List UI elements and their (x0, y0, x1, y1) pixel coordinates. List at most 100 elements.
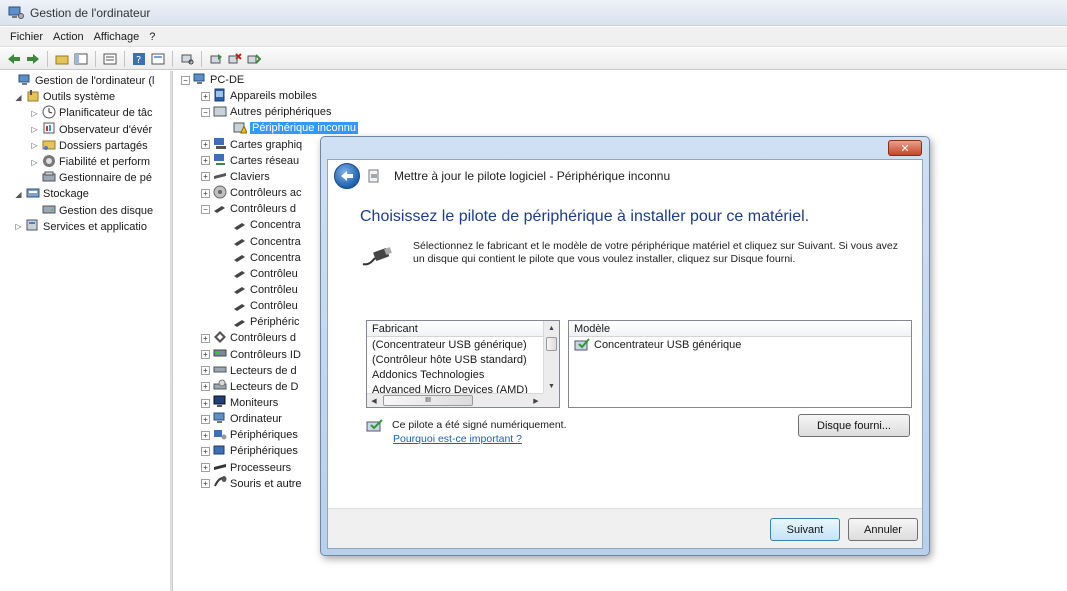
device-tree-item[interactable]: − Contrôleurs d (201, 201, 296, 217)
list-item[interactable]: Advanced Micro Devices (AMD) (367, 382, 543, 394)
device-tree-item[interactable]: − Autres périphériques (201, 104, 332, 120)
device-tree-item[interactable]: Concentra (221, 217, 301, 233)
device-tree-item[interactable]: + Claviers (201, 169, 270, 185)
enable-device-icon[interactable] (246, 51, 262, 67)
dialog-close-button[interactable]: ✕ (888, 140, 922, 156)
device-tree-item[interactable]: Périphéric (221, 314, 300, 330)
scroll-left-icon[interactable]: ◀ (367, 394, 381, 407)
expand-toggle[interactable]: ▷ (30, 141, 39, 150)
device-tree-item[interactable]: + Contrôleurs d (201, 330, 296, 346)
device-tree-item[interactable]: Concentra (221, 250, 301, 266)
manufacturer-vscrollbar[interactable]: ▲ ▼ (543, 321, 559, 393)
tree-item[interactable]: ◢ Outils système (14, 89, 115, 105)
device-tree-item[interactable]: + Cartes réseau (201, 153, 299, 169)
device-tree-item[interactable]: + Moniteurs (201, 395, 278, 411)
expand-toggle[interactable]: + (201, 414, 210, 424)
tree-item[interactable]: ▷ Observateur d'évér (30, 122, 152, 138)
list-item[interactable]: (Contrôleur hôte USB standard) (367, 352, 543, 367)
device-tree-item[interactable]: + Lecteurs de d (201, 363, 297, 379)
menu-fichier[interactable]: Fichier (10, 31, 43, 43)
have-disk-button[interactable]: Disque fourni... (798, 414, 910, 437)
expand-toggle[interactable]: ▷ (30, 109, 39, 118)
manufacturer-listbox[interactable]: Fabricant (Concentrateur USB générique) … (366, 320, 560, 408)
expand-toggle[interactable]: ▷ (14, 222, 23, 231)
scroll-thumb[interactable] (546, 337, 557, 351)
up-folder-icon[interactable] (54, 51, 70, 67)
device-tree-item[interactable]: + Contrôleurs ID (201, 347, 301, 363)
device-manager-icon (42, 170, 56, 187)
back-button[interactable] (334, 163, 360, 189)
why-important-link[interactable]: Pourquoi est-ce important ? (393, 433, 522, 445)
device-tree-item[interactable]: Contrôleu (221, 298, 298, 314)
tree-item[interactable]: Gestionnaire de pé (30, 170, 152, 186)
uninstall-icon[interactable] (227, 51, 243, 67)
expand-toggle[interactable]: + (201, 350, 210, 360)
help-icon[interactable]: ? (131, 51, 147, 67)
expand-toggle[interactable]: + (201, 430, 210, 440)
forward-arrow-icon[interactable] (25, 51, 41, 67)
update-driver-icon[interactable] (208, 51, 224, 67)
clock-icon (42, 105, 56, 122)
scan-hardware-icon[interactable] (179, 51, 195, 67)
list-item[interactable]: (Concentrateur USB générique) (367, 337, 543, 352)
show-hide-tree-icon[interactable] (73, 51, 89, 67)
tree-item[interactable]: ▷ Services et applicatio (14, 219, 147, 235)
expand-toggle[interactable]: + (201, 333, 210, 343)
expand-toggle[interactable]: + (201, 446, 210, 456)
cancel-button[interactable]: Annuler (848, 518, 918, 541)
expand-toggle[interactable]: + (201, 91, 210, 101)
device-tree-item[interactable]: + Processeurs (201, 460, 291, 476)
device-tree-item[interactable]: + Périphériques (201, 427, 298, 443)
expand-toggle[interactable]: + (201, 366, 210, 376)
tree-item[interactable]: ▷ Dossiers partagés (30, 138, 147, 154)
expand-toggle[interactable]: + (201, 140, 210, 150)
properties-icon[interactable] (102, 51, 118, 67)
view-icon[interactable] (150, 51, 166, 67)
next-button[interactable]: Suivant (770, 518, 840, 541)
device-tree-item[interactable]: + Ordinateur (201, 411, 282, 427)
device-tree-item[interactable]: Périphérique inconnu (221, 120, 358, 136)
device-tree-item[interactable]: + Appareils mobiles (201, 88, 317, 104)
expand-toggle[interactable]: ▷ (30, 125, 39, 134)
device-tree-item[interactable]: − PC-DE (181, 72, 244, 88)
tree-item-label: Gestion des disque (59, 204, 154, 217)
menu-action[interactable]: Action (53, 31, 84, 43)
menu-help[interactable]: ? (149, 31, 155, 43)
expand-toggle[interactable]: + (201, 188, 210, 198)
tree-item[interactable]: Gestion des disque (30, 203, 153, 219)
list-item[interactable]: Addonics Technologies (367, 367, 543, 382)
expand-toggle[interactable]: + (201, 156, 210, 166)
tree-item[interactable]: ▷ Planificateur de tâc (30, 105, 153, 121)
scroll-up-icon[interactable]: ▲ (544, 321, 559, 335)
device-tree-item[interactable]: + Cartes graphiq (201, 137, 302, 153)
expand-toggle[interactable]: ◢ (14, 93, 23, 102)
manufacturer-hscrollbar[interactable]: ◀ III ▶ (367, 393, 543, 407)
expand-toggle[interactable]: − (181, 75, 190, 85)
expand-toggle[interactable]: + (201, 463, 210, 473)
scroll-thumb[interactable]: III (383, 395, 473, 406)
expand-toggle[interactable]: − (201, 204, 210, 214)
tree-item[interactable]: Gestion de l'ordinateur (l (6, 73, 155, 89)
tree-item[interactable]: ▷ Fiabilité et perform (30, 154, 150, 170)
device-tree-item[interactable]: + Périphériques (201, 443, 298, 459)
expand-toggle[interactable]: − (201, 107, 210, 117)
scroll-down-icon[interactable]: ▼ (544, 379, 559, 393)
device-tree-item[interactable]: + Lecteurs de D (201, 379, 298, 395)
expand-toggle[interactable]: + (201, 398, 210, 408)
expand-toggle[interactable]: ◢ (14, 190, 23, 199)
model-listbox[interactable]: Modèle Concentrateur USB générique (568, 320, 912, 408)
expand-toggle[interactable]: + (201, 382, 210, 392)
expand-toggle[interactable]: + (201, 172, 210, 182)
device-tree-item[interactable]: + Contrôleurs ac (201, 185, 302, 201)
expand-toggle[interactable]: ▷ (30, 158, 39, 167)
expand-toggle[interactable]: + (201, 479, 210, 489)
device-tree-item[interactable]: Contrôleu (221, 266, 298, 282)
device-tree-item[interactable]: Concentra (221, 234, 301, 250)
menu-affichage[interactable]: Affichage (94, 31, 140, 43)
tree-item[interactable]: ◢ Stockage (14, 186, 89, 202)
scroll-right-icon[interactable]: ▶ (529, 394, 543, 407)
device-tree-item[interactable]: + Souris et autre (201, 476, 302, 492)
back-arrow-icon[interactable] (6, 51, 22, 67)
device-tree-item[interactable]: Contrôleu (221, 282, 298, 298)
list-item[interactable]: Concentrateur USB générique (569, 337, 911, 352)
